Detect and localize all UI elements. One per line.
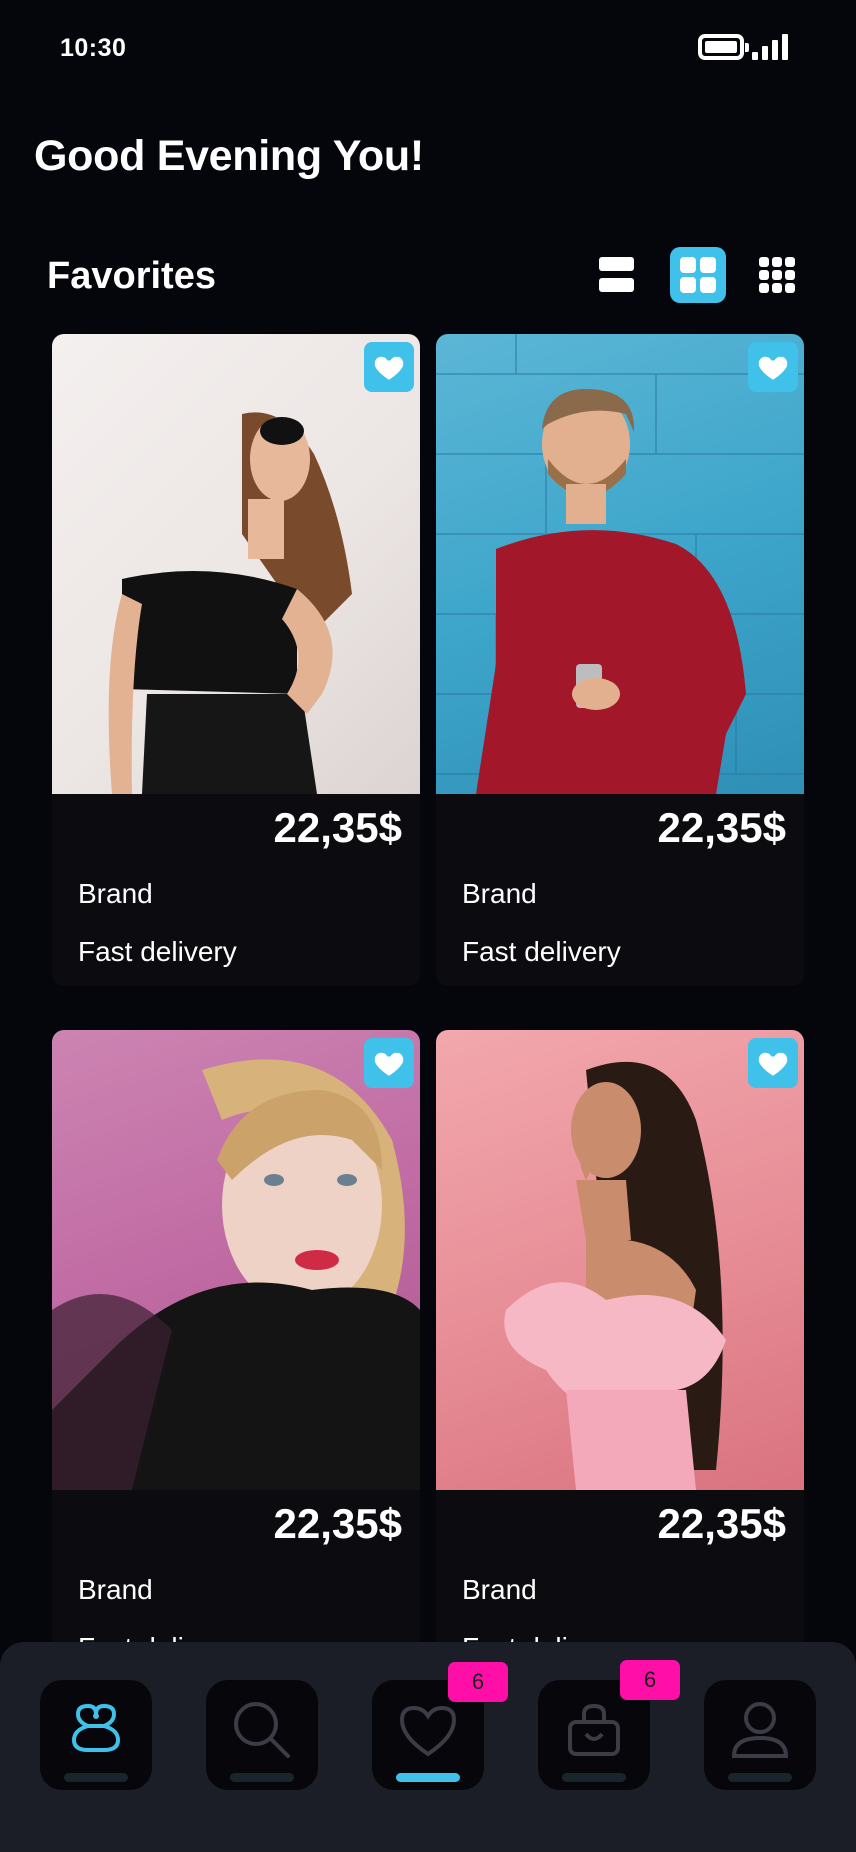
heart-icon bbox=[758, 1052, 788, 1076]
bag-count-badge: 6 bbox=[620, 1660, 680, 1700]
nav-indicator-active bbox=[396, 1773, 460, 1782]
product-price: 22,35$ bbox=[657, 1500, 786, 1547]
woman-photo-placeholder bbox=[504, 1061, 726, 1490]
bottom-navigation: 6 6 bbox=[0, 1642, 856, 1852]
signal-icon bbox=[752, 32, 790, 60]
nav-indicator bbox=[728, 1773, 792, 1782]
product-card[interactable]: 22,35$ Brand Fast delivery bbox=[436, 1030, 804, 1682]
status-time: 10:30 bbox=[60, 34, 127, 62]
heart-icon bbox=[399, 1705, 457, 1757]
product-price: 22,35$ bbox=[273, 1500, 402, 1547]
delivery-info: Fast delivery bbox=[462, 936, 621, 967]
product-image[interactable] bbox=[436, 334, 804, 794]
profile-icon bbox=[731, 1702, 789, 1758]
delivery-info: Fast delivery bbox=[78, 936, 237, 967]
product-image[interactable] bbox=[436, 1030, 804, 1490]
woman-photo-placeholder bbox=[108, 412, 352, 794]
product-price: 22,35$ bbox=[657, 804, 786, 851]
greeting-title: Good Evening You! bbox=[34, 132, 424, 180]
favorite-heart-button[interactable] bbox=[364, 342, 414, 392]
product-card[interactable]: 22,35$ Brand Fast delivery bbox=[436, 334, 804, 986]
logo-icon bbox=[71, 1703, 121, 1752]
product-card[interactable]: 22,35$ Brand Fast delivery bbox=[52, 334, 420, 986]
status-bar: 10:30 bbox=[0, 0, 856, 96]
woman-photo-placeholder bbox=[52, 1059, 420, 1490]
grid-view-button[interactable] bbox=[670, 247, 726, 303]
product-brand: Brand bbox=[78, 878, 153, 909]
nav-home[interactable] bbox=[40, 1680, 152, 1790]
product-brand: Brand bbox=[462, 1574, 537, 1605]
product-image[interactable] bbox=[52, 334, 420, 794]
battery-icon bbox=[698, 34, 749, 60]
product-card[interactable]: 22,35$ Brand Fast delivery bbox=[52, 1030, 420, 1682]
heart-icon bbox=[374, 1052, 404, 1076]
nav-search[interactable] bbox=[206, 1680, 318, 1790]
heart-icon bbox=[374, 356, 404, 380]
favorites-count-badge: 6 bbox=[448, 1662, 508, 1702]
favorite-heart-button[interactable] bbox=[748, 1038, 798, 1088]
product-brand: Brand bbox=[78, 1574, 153, 1605]
search-icon bbox=[234, 1702, 290, 1758]
man-photo-placeholder bbox=[436, 334, 804, 794]
nav-profile[interactable] bbox=[704, 1680, 816, 1790]
shopping-bag-icon bbox=[568, 1703, 620, 1756]
nav-indicator bbox=[64, 1773, 128, 1782]
product-brand: Brand bbox=[462, 878, 537, 909]
nav-indicator bbox=[230, 1773, 294, 1782]
product-price: 22,35$ bbox=[273, 804, 402, 851]
nav-indicator bbox=[562, 1773, 626, 1782]
product-image[interactable] bbox=[52, 1030, 420, 1490]
list-view-button[interactable] bbox=[589, 247, 645, 303]
compact-grid-view-button[interactable] bbox=[749, 247, 805, 303]
favorite-heart-button[interactable] bbox=[364, 1038, 414, 1088]
favorite-heart-button[interactable] bbox=[748, 342, 798, 392]
favorites-title: Favorites bbox=[47, 255, 216, 297]
heart-icon bbox=[758, 356, 788, 380]
